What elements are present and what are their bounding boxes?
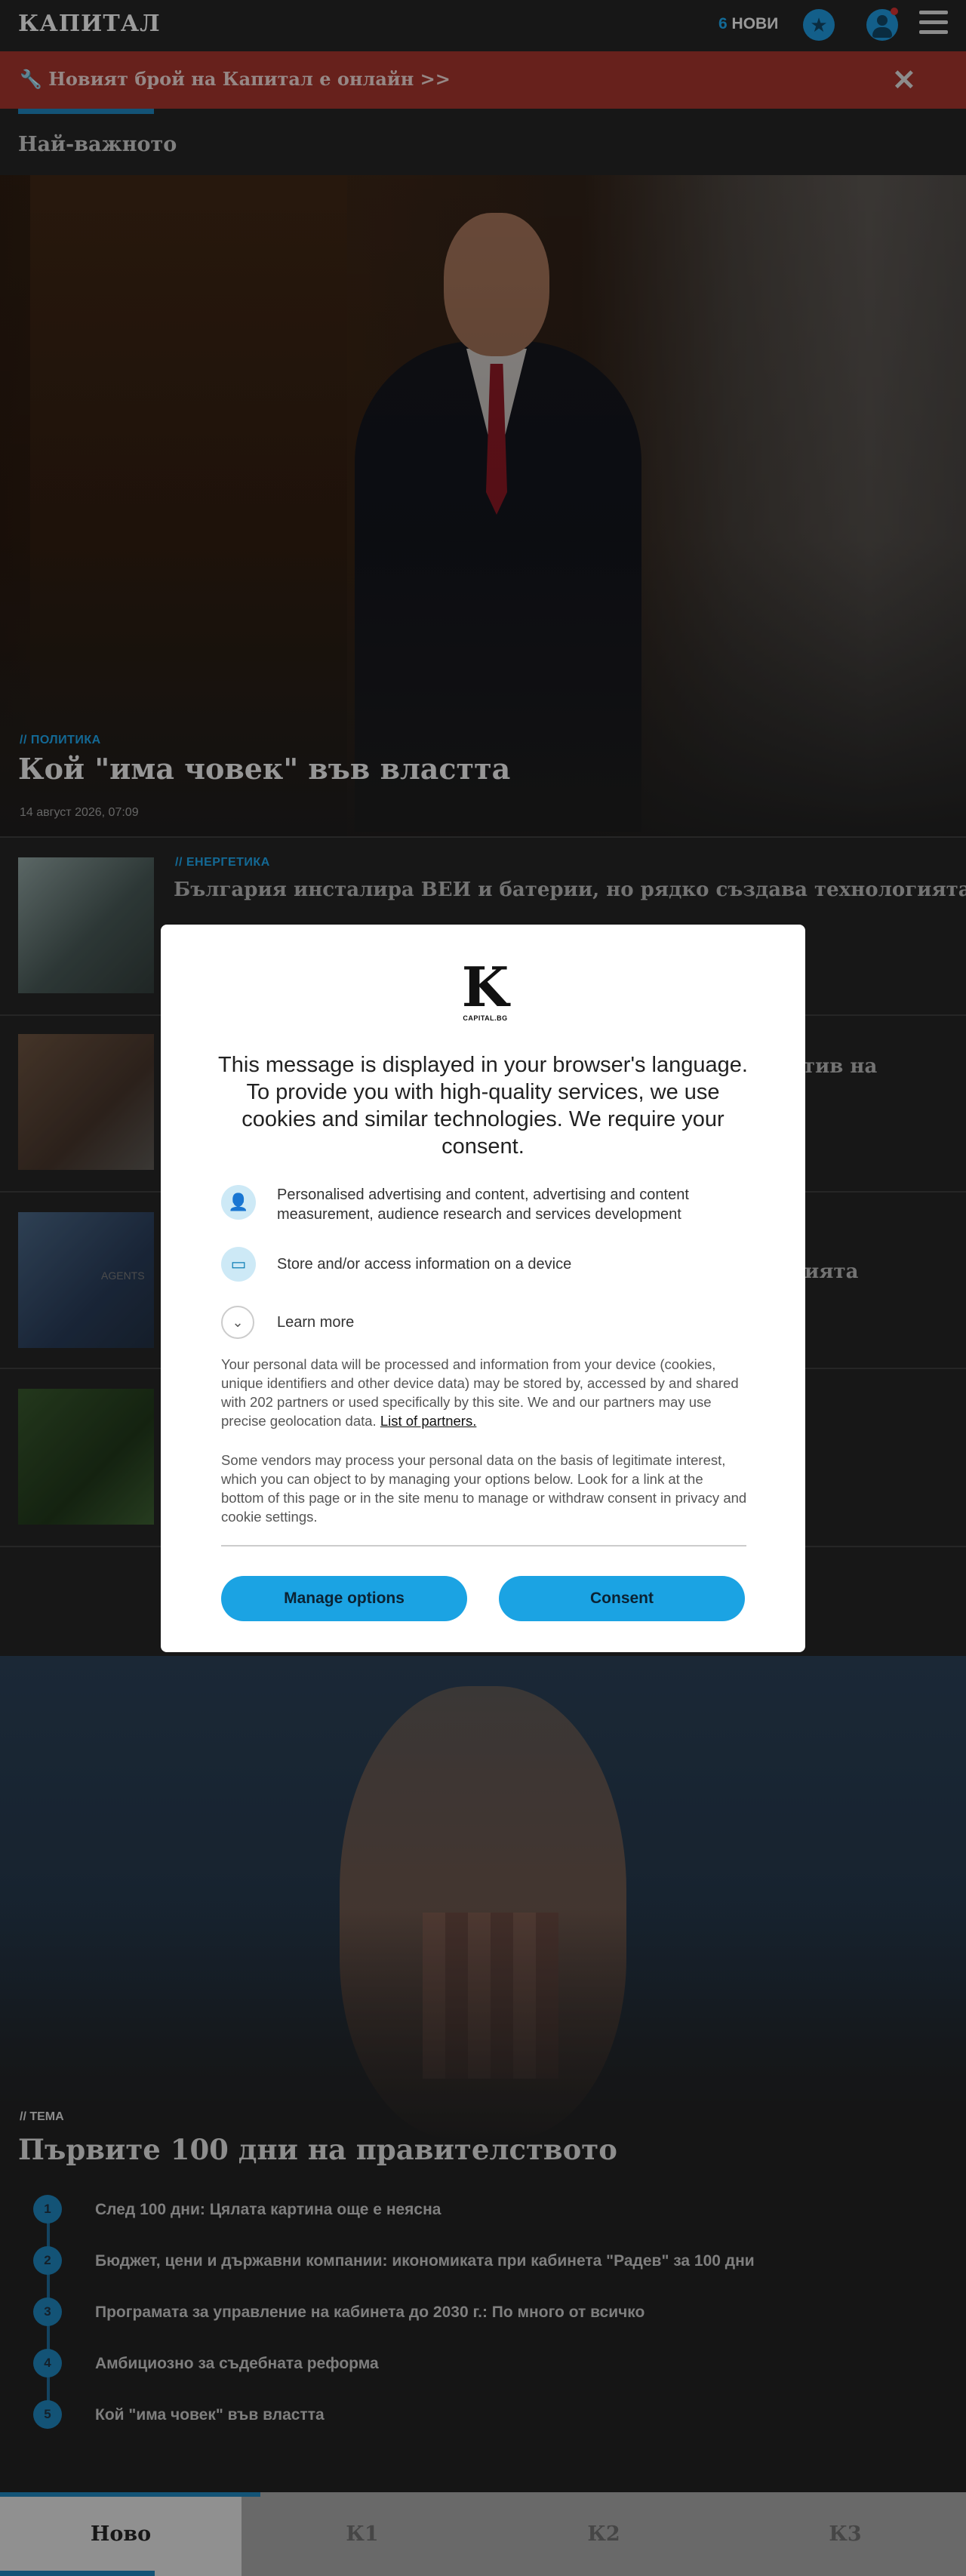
purpose-text: Store and/or access information on a dev…	[277, 1256, 572, 1273]
partners-link[interactable]: List of partners.	[380, 1413, 477, 1429]
divider	[221, 1545, 746, 1547]
consent-button[interactable]: Consent	[499, 1576, 745, 1621]
legitimate-interest-text: Some vendors may process your personal d…	[221, 1452, 747, 1525]
device-icon: ▭	[221, 1247, 256, 1282]
consent-dialog: K CAPITAL.BG This message is displayed i…	[161, 925, 805, 1652]
consent-heading: This message is displayed in your browse…	[218, 1053, 748, 1159]
chevron-down-icon[interactable]: ⌄	[221, 1306, 254, 1339]
person-icon: 👤	[221, 1185, 256, 1220]
purpose-text: Personalised advertising and content, ad…	[277, 1186, 689, 1223]
manage-options-button[interactable]: Manage options	[221, 1576, 467, 1621]
capital-logo: K CAPITAL.BG	[461, 955, 509, 1023]
consent-description: Your personal data will be processed and…	[221, 1356, 739, 1429]
learn-more-label[interactable]: Learn more	[277, 1313, 354, 1332]
